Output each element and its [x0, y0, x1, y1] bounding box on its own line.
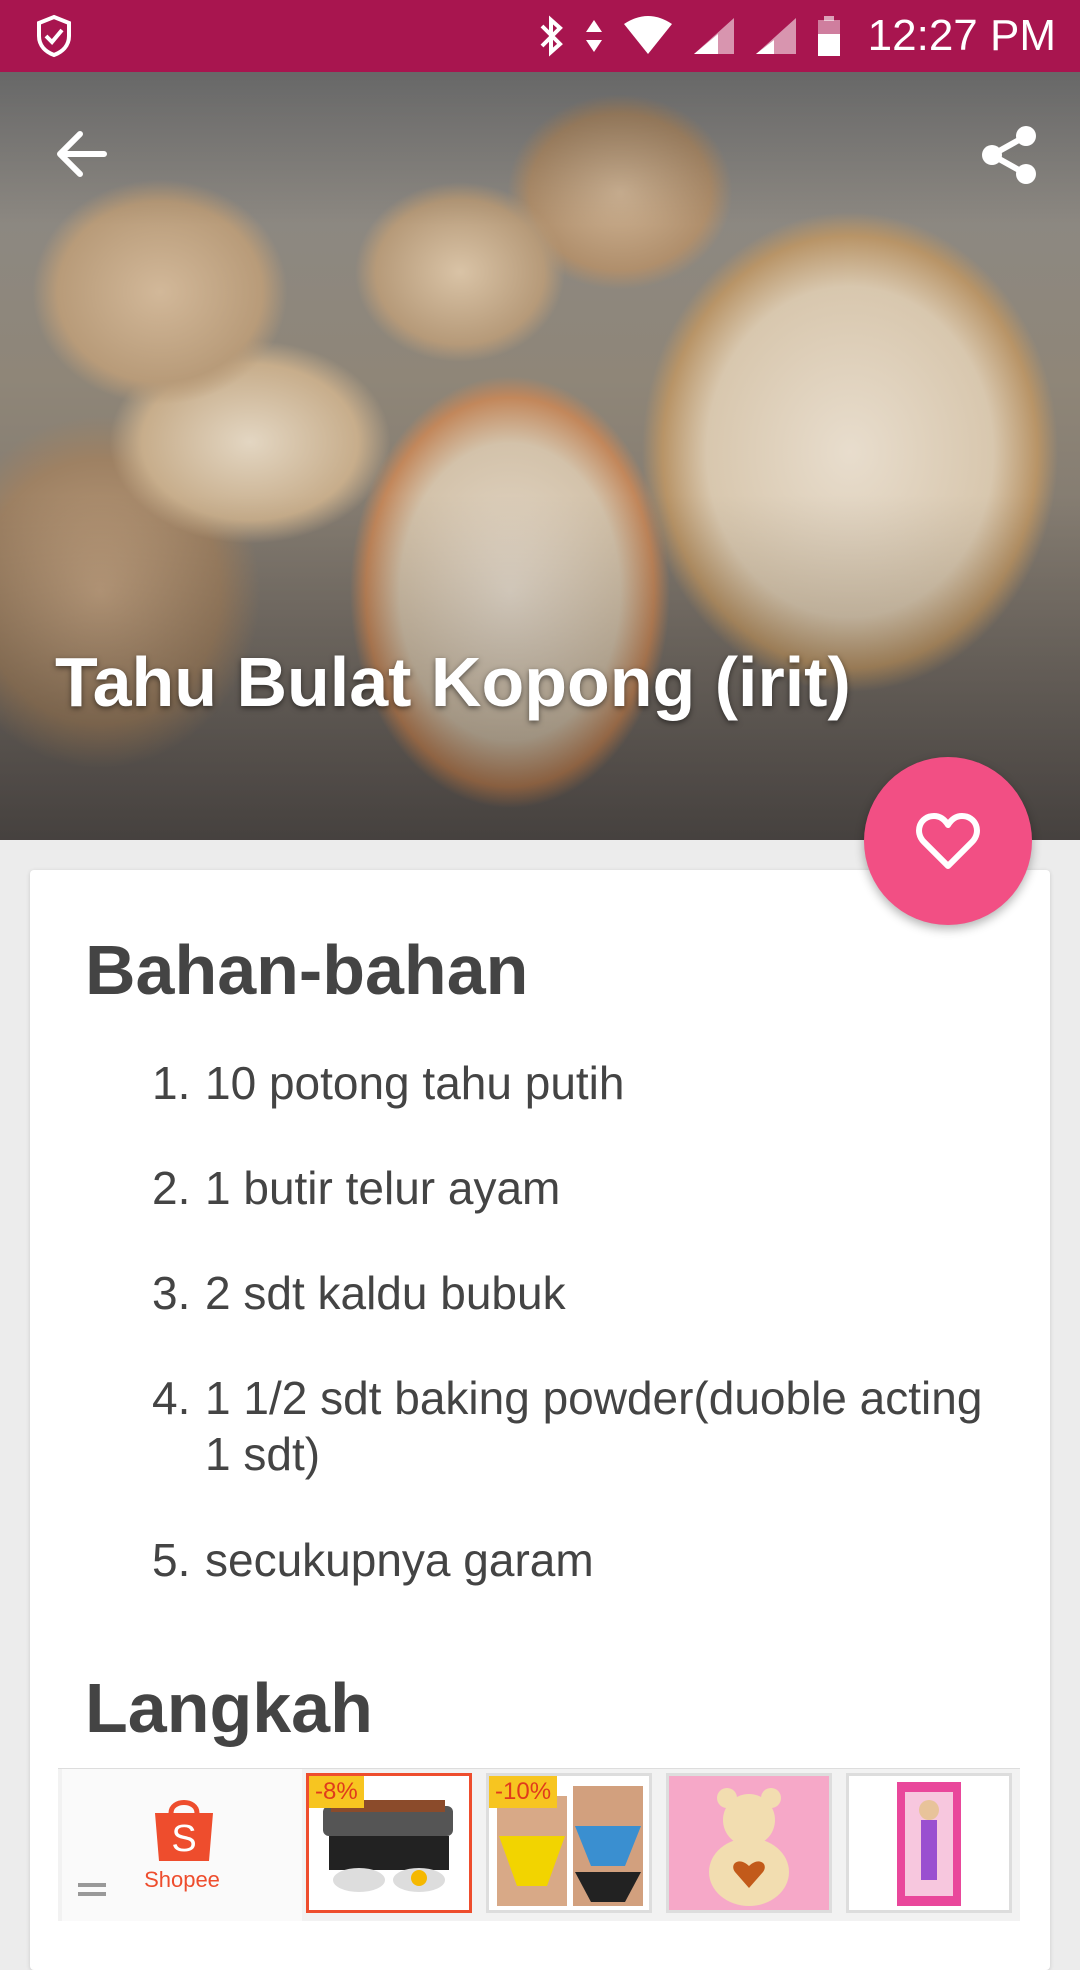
ingredient-text: 10 potong tahu putih — [205, 1057, 625, 1109]
ingredient-text: 2 sdt kaldu bubuk — [205, 1267, 566, 1319]
discount-badge: -8% — [309, 1776, 364, 1808]
signal-icon — [755, 18, 796, 54]
data-arrows-icon — [585, 20, 602, 52]
discount-badge: -10% — [489, 1776, 558, 1808]
ingredient-number: 4. — [152, 1372, 191, 1424]
wifi-icon — [623, 16, 672, 54]
doll-product-image — [849, 1776, 1009, 1910]
ingredient-text: secukupnya garam — [205, 1534, 594, 1586]
steps-heading: Langkah — [85, 1669, 373, 1747]
ad-product-card[interactable]: -8% — [306, 1773, 472, 1913]
ad-banner[interactable]: S Shopee -8% -10% — [58, 1768, 1020, 1921]
shopee-logo[interactable]: S Shopee — [62, 1769, 302, 1921]
ingredient-text: 1 butir telur ayam — [205, 1162, 561, 1214]
shopee-bag-icon: S — [155, 1800, 213, 1861]
recipe-hero-image: Tahu Bulat Kopong (irit) — [0, 72, 1080, 840]
hero-gradient-overlay — [0, 72, 1080, 840]
bluetooth-icon — [540, 15, 563, 57]
ad-product-card[interactable] — [666, 1773, 832, 1913]
ingredient-number: 3. — [152, 1267, 191, 1319]
heart-outline-icon — [916, 813, 980, 869]
ingredient-number: 1. — [152, 1057, 191, 1109]
arrow-back-icon[interactable] — [52, 124, 112, 184]
ingredients-heading: Bahan-bahan — [85, 931, 529, 1009]
battery-icon — [817, 16, 840, 56]
shopee-label: Shopee — [144, 1867, 220, 1892]
status-time: 12:27 PM — [867, 11, 1056, 60]
teddy-bear-product-image — [669, 1776, 829, 1910]
ingredient-text: 1 1/2 sdt baking powder(duoble acting 1 … — [205, 1372, 983, 1480]
recipe-title: Tahu Bulat Kopong (irit) — [55, 643, 851, 721]
svg-text:S: S — [171, 1818, 196, 1860]
ad-product-card[interactable] — [846, 1773, 1012, 1913]
status-bar: 12:27 PM — [0, 0, 1080, 72]
ingredient-number: 2. — [152, 1162, 191, 1214]
ingredient-number: 5. — [152, 1534, 191, 1586]
shield-check-icon — [37, 14, 71, 58]
signal-icon — [693, 18, 734, 54]
favorite-button[interactable] — [864, 757, 1032, 925]
share-icon[interactable] — [978, 124, 1040, 186]
ad-product-card[interactable]: -10% — [486, 1773, 652, 1913]
